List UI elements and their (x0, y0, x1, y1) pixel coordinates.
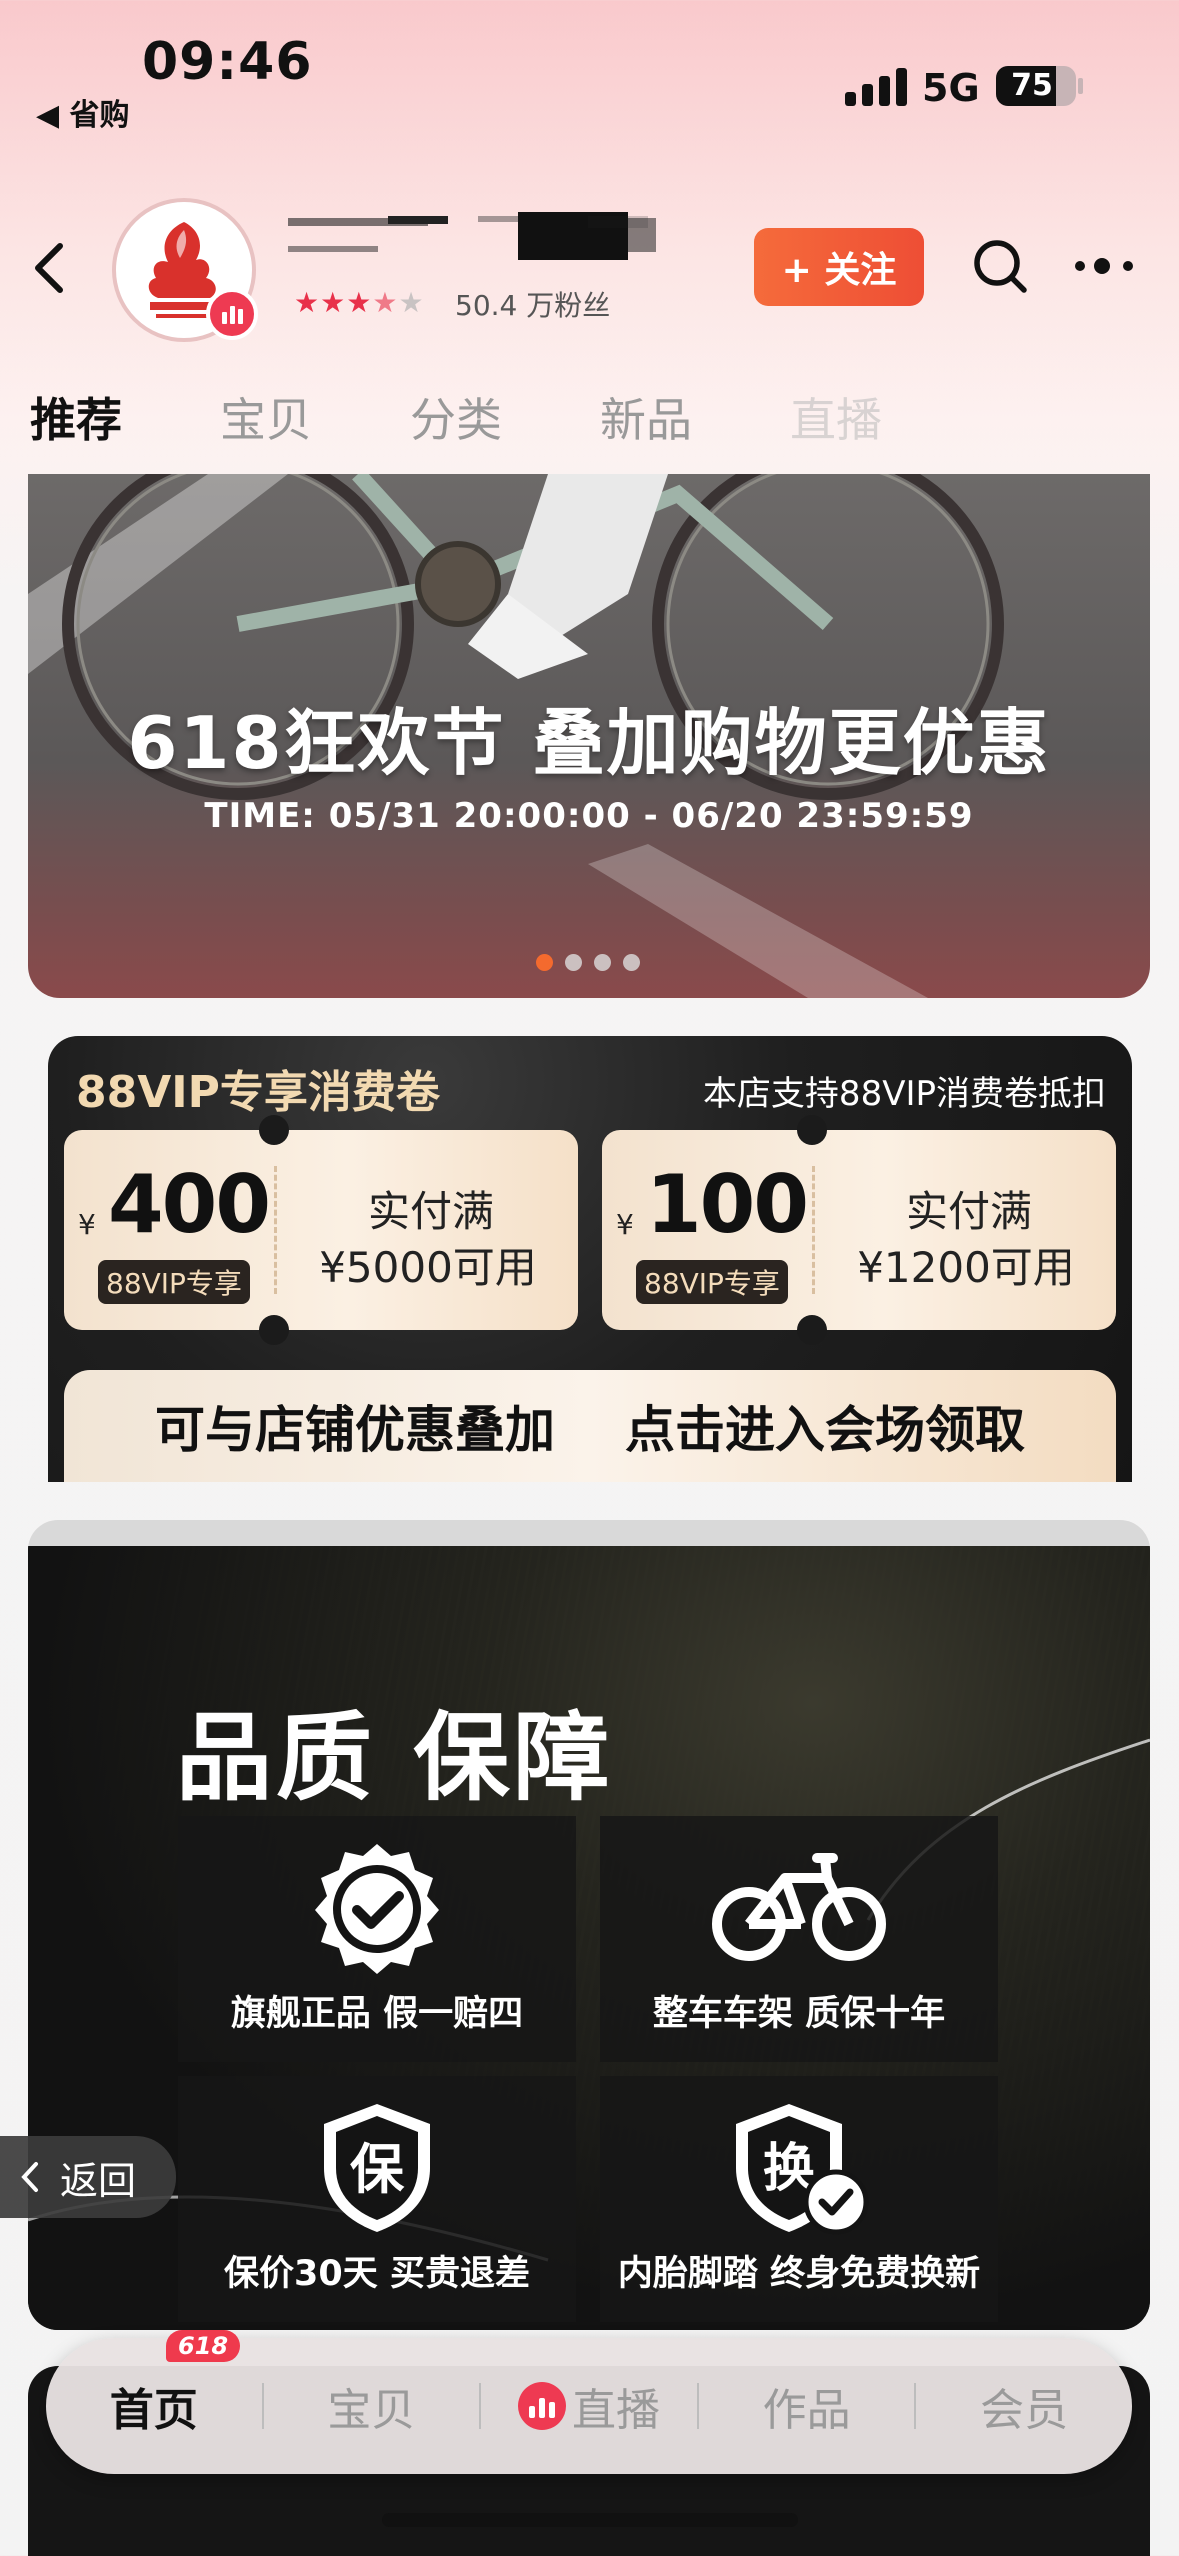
guarantee-replace: 换 内胎脚踏 终身免费换新 (600, 2076, 998, 2322)
coupon-amount: 100 (646, 1158, 809, 1251)
guarantee-frame: 整车车架 质保十年 (600, 1816, 998, 2062)
shop-name-redacted (288, 212, 656, 264)
return-button[interactable]: 返回 (0, 2136, 176, 2218)
vip-coupon-card[interactable]: 88VIP专享消费卷 本店支持88VIP消费卷抵扣 ¥ 400 88VIP专享 … (48, 1036, 1132, 1482)
tab-categories[interactable]: 分类 (410, 384, 502, 447)
vip-btn-left: 可与店铺优惠叠加 (155, 1401, 555, 1459)
banner-time: TIME: 05/31 20:00:00 - 06/20 23:59:59 (204, 796, 974, 836)
shield-huan-icon: 换 (736, 2104, 869, 2235)
vip-btn-right: 点击进入会场领取 (625, 1401, 1025, 1459)
back-to-app-link[interactable]: ◀ 省购 (36, 90, 130, 134)
vip-subtitle: 本店支持88VIP消费卷抵扣 (702, 1074, 1106, 1114)
carousel-dot[interactable] (623, 954, 640, 971)
coupon-tag: 88VIP专享 (636, 1260, 788, 1304)
coupon-100[interactable]: ¥ 100 88VIP专享 实付满 ¥1200可用 (602, 1115, 1116, 1345)
nav-works[interactable]: 作品 (699, 2374, 915, 2438)
carousel-dot[interactable] (594, 954, 611, 971)
more-icon[interactable] (1070, 246, 1140, 286)
signal-icon (845, 68, 907, 106)
search-icon[interactable] (970, 236, 1030, 296)
rating-star: ★ (294, 286, 321, 319)
fans-count: 50.4 万粉丝 (455, 289, 611, 322)
return-label: 返回 (60, 2158, 137, 2203)
guarantee-label: 保价30天 买贵退差 (224, 2254, 530, 2294)
carousel-dots (536, 954, 640, 971)
network-type: 5G (922, 66, 980, 110)
nav-home[interactable]: 首页 618 (46, 2330, 262, 2438)
rating-star: ★ (320, 286, 347, 319)
nav-items[interactable]: 宝贝 (264, 2374, 480, 2438)
nav-member[interactable]: 会员 (916, 2374, 1132, 2438)
battery-level: 75 (1011, 68, 1053, 103)
coupon-400[interactable]: ¥ 400 88VIP专享 实付满 ¥5000可用 (64, 1115, 578, 1345)
tab-live[interactable]: 直播 (790, 384, 882, 447)
guarantee-authentic: 旗舰正品 假一赔四 (178, 1816, 576, 2062)
battery-icon: 75 (996, 66, 1076, 106)
vip-title: 88VIP专享消费卷 (76, 1067, 440, 1118)
chevron-left-icon (21, 2162, 38, 2192)
rating-star: ★ (346, 286, 373, 319)
tab-recommend[interactable]: 推荐 (30, 384, 122, 447)
618-badge: 618 (166, 2330, 241, 2362)
guarantee-label: 整车车架 质保十年 (652, 1994, 946, 2034)
follow-button[interactable]: + 关注 (754, 228, 924, 306)
guarantee-label: 旗舰正品 假一赔四 (230, 1994, 524, 2034)
promo-banner[interactable]: 618狂欢节 叠加购物更优惠 TIME: 05/31 20:00:00 - 06… (28, 474, 1150, 998)
rating-star: ★ (398, 286, 425, 319)
badge-check-icon (315, 1844, 439, 1974)
shield-bao-icon: 保 (324, 2104, 430, 2232)
guarantee-price: 保 保价30天 买贵退差 (178, 2076, 576, 2322)
carousel-dot[interactable] (536, 954, 553, 971)
vip-claim-button[interactable]: 可与店铺优惠叠加 点击进入会场领取 (64, 1370, 1116, 1482)
bottom-nav: 首页 618 宝贝 直播 作品 会员 (46, 2330, 1132, 2474)
coupon-tag: 88VIP专享 (98, 1260, 250, 1304)
svg-text:保: 保 (350, 2138, 405, 2201)
coupon-amount: 400 (108, 1158, 271, 1251)
back-arrow-icon[interactable] (22, 238, 82, 298)
status-time: 09:46 (142, 32, 313, 92)
home-indicator (382, 2513, 798, 2527)
tab-new[interactable]: 新品 (600, 384, 692, 447)
shop-rating: ★★★★★ (294, 286, 425, 319)
nav-live[interactable]: 直播 (481, 2374, 697, 2438)
tab-items[interactable]: 宝贝 (220, 384, 312, 447)
guarantee-label: 内胎脚踏 终身免费换新 (617, 2254, 981, 2294)
quality-guarantee-section: 品质 保障 旗舰正品 假一赔四 整车车架 质保十年 保 保价30天 买贵退差 换… (28, 1520, 1150, 2330)
live-icon (517, 2382, 566, 2430)
status-bar: 09:46 ◀ 省购 5G 75 (0, 0, 1179, 150)
carousel-dot[interactable] (565, 954, 582, 971)
quality-title: 品质 保障 (176, 1702, 614, 1814)
shop-tabs: 推荐 宝贝 分类 新品 直播 (30, 384, 980, 447)
banner-title: 618狂欢节 叠加购物更优惠 (127, 701, 1051, 785)
live-indicator-icon (206, 288, 258, 340)
bicycle-icon (712, 1853, 886, 1961)
rating-star: ★ (372, 286, 399, 319)
